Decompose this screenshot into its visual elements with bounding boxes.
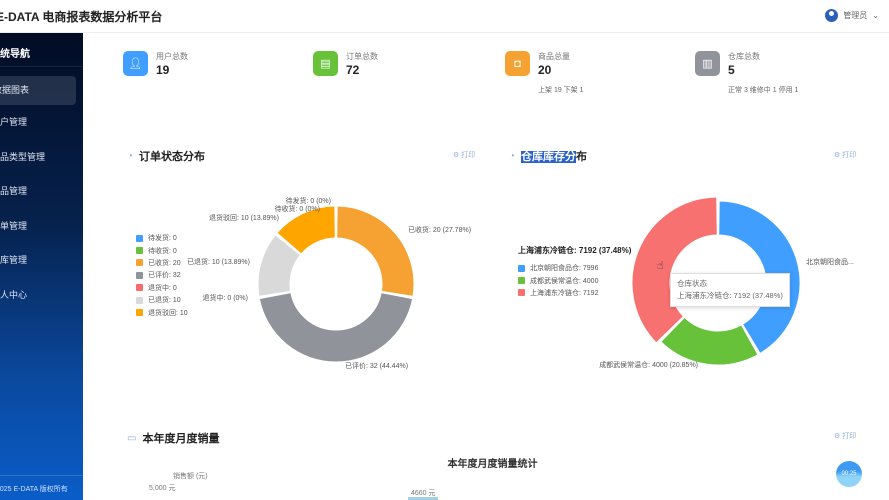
legend-label: 待发货: 0: [148, 235, 177, 243]
slice-label: 已退货: 10 (13.89%): [187, 257, 250, 266]
sidebar-item-profile[interactable]: 个人中心: [0, 278, 83, 313]
sidebar-item-products[interactable]: 商品管理: [0, 174, 83, 209]
user-avatar-icon: [825, 9, 839, 22]
stat-card: 👤︎ 用户总数 19: [123, 51, 188, 85]
legend-item[interactable]: 退货中: 0: [136, 282, 188, 294]
legend-item[interactable]: 已评价: 32: [136, 269, 188, 281]
stat-card: ▤ 订单总数 72: [313, 51, 378, 85]
legend-item[interactable]: 退货驳回: 10: [136, 306, 188, 318]
legend-item[interactable]: 待发货: 0: [136, 232, 188, 244]
legend-label: 已评价: 32: [148, 272, 181, 280]
nav-title: 统导航: [0, 33, 83, 67]
legend-swatch: [136, 234, 143, 242]
legend-swatch: [136, 309, 143, 317]
warehouse-legend: 北京朝阳食品仓: 7996 成都武侯常温仓: 4000 上海浦东冷链仓: 7192: [518, 262, 598, 299]
cursor-hand-icon: ☝: [657, 260, 664, 272]
user-menu[interactable]: 管理员 ⌄: [825, 9, 879, 22]
sidebar: 统导航 数据图表 用户管理 商品类型管理 商品管理 订单管理 仓库管理 个人中心…: [0, 33, 83, 500]
app-title: E-DATA 电商报表数据分析平台: [0, 9, 163, 24]
y-tick: 5,000 元: [149, 485, 176, 492]
stat-label: 用户总数: [156, 52, 188, 61]
sidebar-item-product-types[interactable]: 商品类型管理: [0, 140, 83, 175]
pie-slice-2[interactable]: [336, 205, 415, 297]
sidebar-item-users[interactable]: 用户管理: [0, 105, 83, 140]
order-chart-title: ◔ 订单状态分布: [127, 150, 206, 164]
legend-swatch: [136, 259, 143, 267]
slice-label: 退货中: 0 (0%): [202, 293, 248, 302]
pie-slice-5[interactable]: [257, 234, 302, 297]
stat-value: 20: [538, 63, 552, 77]
order-print-button[interactable]: ⚙ 打印: [453, 150, 475, 160]
pie-slice-6[interactable]: [276, 205, 336, 255]
legend-swatch: [518, 289, 525, 297]
legend-item[interactable]: 上海浦东冷链仓: 7192: [518, 287, 598, 299]
legend-swatch: [136, 271, 143, 279]
slice-label: 已评价: 32 (44.44%): [345, 362, 408, 370]
legend-item[interactable]: 待收货: 0: [136, 244, 188, 256]
pie-slice-3[interactable]: [258, 292, 414, 363]
order-legend: 待发货: 0 待收货: 0 已收货: 20 已评价: 32 退货中: 0 已退货: 10 退…: [136, 232, 188, 319]
stat-label: 仓库总数: [728, 52, 760, 61]
warehouse-emphasis-label: 上海浦东冷链仓: 7192 (37.48%): [518, 246, 632, 255]
chart-icon: ▭: [127, 432, 137, 444]
legend-label: 已收货: 20: [148, 259, 181, 267]
chart-tooltip: 仓库状态 上海浦东冷链仓: 7192 (37.48%): [670, 273, 790, 307]
slice-label: 已收货: 20 (27.78%): [408, 225, 471, 234]
legend-label: 北京朝阳食品仓: 7996: [530, 265, 599, 273]
legend-swatch: [136, 247, 143, 255]
stat-label: 商品总量: [538, 52, 570, 61]
user-icon: 👤︎: [123, 51, 148, 76]
legend-swatch: [518, 277, 525, 285]
pie-chart-icon: ◔: [127, 150, 134, 162]
warehouse-print-button[interactable]: ⚙ 打印: [834, 150, 856, 160]
user-name: 管理员: [843, 11, 868, 20]
warehouse-chart-title: ◔ 仓库库存分布: [509, 150, 588, 163]
legend-item[interactable]: 已收货: 20: [136, 257, 188, 269]
sales-section-title: ▭ 本年度月度销量: [127, 432, 220, 446]
sales-print-button[interactable]: ⚙ 打印: [834, 431, 856, 441]
slice-label: 待发货: 0 (0%): [285, 196, 331, 205]
legend-label: 成都武侯常温仓: 4000: [530, 277, 599, 285]
copyright: 2025 E-DATA 版权所有: [0, 475, 83, 494]
chevron-down-icon: ⌄: [872, 11, 879, 20]
float-ball[interactable]: 00:25: [836, 461, 862, 487]
building-icon: ▥: [695, 51, 720, 76]
slice-label: 成都武侯常温仓: 4000 (20.85%): [599, 360, 698, 369]
stat-card: ◘ 商品总量 20 上架 19 下架 1: [505, 51, 584, 95]
pie-slice-1[interactable]: [660, 316, 759, 366]
header: E-DATA 电商报表数据分析平台 管理员 ⌄: [0, 0, 889, 33]
sales-chart-title: 本年度月度销量统计: [447, 459, 538, 470]
clipboard-icon: ▤: [313, 51, 338, 76]
sidebar-item-charts[interactable]: 数据图表: [0, 76, 76, 105]
slice-label: 待收货: 0 (0%): [274, 204, 320, 213]
stat-label: 订单总数: [346, 52, 378, 61]
legend-label: 退货驳回: 10: [148, 309, 188, 317]
slice-label: 北京朝阳食品...: [806, 257, 854, 266]
legend-swatch: [136, 284, 143, 292]
stat-value: 72: [346, 63, 360, 77]
y-axis-label: 销售额 (元): [173, 473, 208, 480]
legend-item[interactable]: 成都武侯常温仓: 4000: [518, 274, 598, 286]
sidebar-item-orders[interactable]: 订单管理: [0, 209, 83, 244]
stat-sub: 正常 3 维修中 1 停用 1: [728, 87, 799, 94]
pie-slice-2[interactable]: [631, 196, 718, 344]
sidebar-item-warehouses[interactable]: 仓库管理: [0, 243, 83, 278]
legend-item[interactable]: 北京朝阳食品仓: 7996: [518, 262, 598, 274]
legend-swatch: [136, 296, 143, 304]
legend-label: 待收货: 0: [148, 247, 177, 255]
stat-card: ▥ 仓库总数 5 正常 3 维修中 1 停用 1: [695, 51, 798, 95]
legend-label: 已退货: 10: [148, 297, 181, 305]
legend-swatch: [518, 264, 525, 272]
pie-chart-icon: ◔: [509, 150, 516, 162]
stat-value: 5: [728, 63, 735, 77]
legend-label: 上海浦东冷链仓: 7192: [530, 289, 599, 297]
slice-label: 退货驳回: 10 (13.89%): [209, 213, 279, 222]
stat-sub: 上架 19 下架 1: [538, 87, 584, 94]
bag-icon: ◘: [505, 51, 530, 76]
legend-label: 退货中: 0: [148, 284, 177, 292]
legend-item[interactable]: 已退货: 10: [136, 294, 188, 306]
stat-value: 19: [156, 63, 170, 77]
